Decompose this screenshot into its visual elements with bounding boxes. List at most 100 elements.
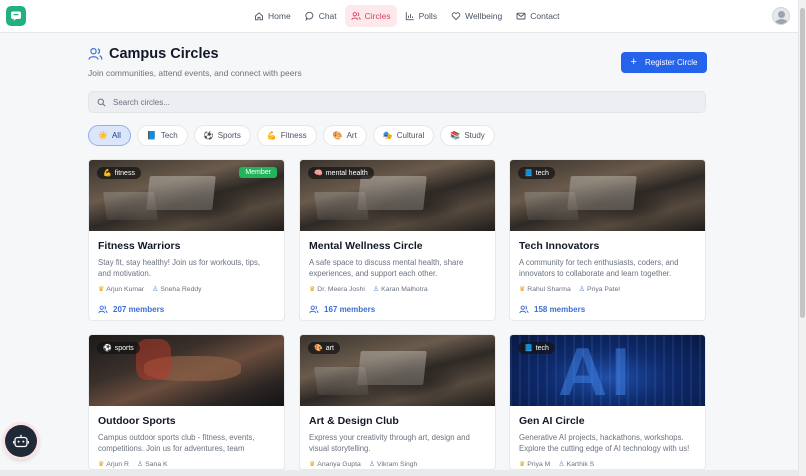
- filter-tech-label: Tech: [160, 131, 178, 140]
- filter-tech[interactable]: 📘 Tech: [136, 125, 188, 146]
- nav-contact[interactable]: Contact: [510, 5, 565, 27]
- leader-name: Rahul Sharma: [527, 285, 571, 293]
- register-circle-label: Register Circle: [644, 58, 698, 67]
- circle-card-gen-ai[interactable]: AI 📘 tech Gen AI Circle Generative AI pro…: [509, 334, 706, 470]
- main-nav: Home Chat Circles Polls Wellbeing Contac…: [248, 5, 566, 27]
- filter-study-label: Study: [464, 131, 485, 140]
- crown-icon: ♛: [519, 286, 526, 293]
- circle-leaders: ♛ Arjun Kumar ♙ Sneha Reddy: [98, 285, 275, 294]
- mail-icon: [516, 12, 526, 20]
- category-filters: ☀️ All 📘 Tech ⚽ Sports 💪 Fitness 🎨 Art 🎭 Cultu…: [88, 125, 495, 146]
- coordinator-name: Karan Malhotra: [381, 285, 428, 293]
- circle-image: ⚽ sports: [89, 335, 284, 406]
- circle-card-fitness-warriors[interactable]: 💪 fitness Member Fitness Warriors Stay fi…: [88, 159, 285, 321]
- badge-icon: ♙: [136, 461, 144, 468]
- filter-fitness-label: Fitness: [280, 131, 307, 140]
- circle-description: Campus outdoor sports club - fitness, ev…: [98, 433, 255, 453]
- circle-leaders: ♛ Priya M ♙ Karthik S: [519, 460, 696, 469]
- coordinator-name: Vikram Singh: [377, 460, 418, 468]
- coordinator-name: Karthik S: [566, 460, 595, 468]
- crown-icon: ♛: [309, 286, 316, 293]
- member-count-label: 158 members: [534, 304, 586, 314]
- crown-icon: ♛: [309, 461, 316, 468]
- category-badge: 🎨 art: [308, 342, 340, 354]
- filter-art[interactable]: 🎨 Art: [322, 125, 367, 146]
- filter-sports[interactable]: ⚽ Sports: [193, 125, 251, 146]
- circle-title[interactable]: Tech Innovators: [519, 240, 696, 252]
- book-icon: 📘: [146, 131, 157, 140]
- page-header: Campus Circles: [88, 46, 219, 62]
- nav-polls[interactable]: Polls: [399, 5, 443, 27]
- leader-name: Arjun R: [106, 460, 129, 468]
- horizontal-scrollbar[interactable]: [0, 470, 798, 476]
- member-count-label: 167 members: [324, 304, 376, 314]
- register-circle-button[interactable]: + Register Circle: [621, 52, 707, 73]
- users-icon: [88, 47, 103, 60]
- crown-icon: ♛: [98, 461, 105, 468]
- leader-name: Dr. Meera Joshi: [317, 285, 365, 293]
- badge-icon: ♙: [372, 286, 380, 293]
- circle-title[interactable]: Fitness Warriors: [98, 240, 275, 252]
- users-icon: [98, 305, 108, 313]
- member-count: 167 members: [309, 300, 486, 318]
- circle-title[interactable]: Mental Wellness Circle: [309, 240, 486, 252]
- leader-name: Priya M: [527, 460, 551, 468]
- robot-icon: [13, 434, 29, 448]
- search-bar: [88, 91, 706, 113]
- member-count: 207 members: [98, 300, 275, 318]
- user-avatar[interactable]: [772, 7, 790, 25]
- circle-title[interactable]: Outdoor Sports: [98, 415, 275, 427]
- ball-icon: ⚽: [103, 345, 112, 352]
- muscle-icon: 💪: [103, 170, 112, 177]
- nav-wellbeing-label: Wellbeing: [465, 11, 503, 21]
- chatbot-button[interactable]: [5, 425, 37, 457]
- chat-icon: [305, 11, 313, 21]
- circle-leaders: ♛ Ananya Gupta ♙ Vikram Singh: [309, 460, 486, 469]
- nav-contact-label: Contact: [530, 11, 560, 21]
- member-badge: Member: [239, 167, 277, 178]
- member-count-label: 207 members: [113, 304, 165, 314]
- category-badge-label: tech: [535, 344, 549, 352]
- nav-circles[interactable]: Circles: [344, 5, 397, 27]
- users-icon: [351, 12, 361, 20]
- category-badge: 🧠 mental health: [308, 167, 374, 179]
- circle-title[interactable]: Gen AI Circle: [519, 415, 696, 427]
- nav-chat[interactable]: Chat: [299, 5, 343, 27]
- filter-cultural-label: Cultural: [396, 131, 425, 140]
- nav-polls-label: Polls: [418, 11, 438, 21]
- circle-description: Stay fit, stay healthy! Join us for work…: [98, 258, 261, 278]
- circle-card-art-design[interactable]: 🎨 art Art & Design Club Express your crea…: [299, 334, 496, 470]
- nav-home[interactable]: Home: [248, 5, 297, 27]
- badge-icon: ♙: [558, 461, 565, 468]
- nav-home-label: Home: [268, 11, 291, 21]
- circle-image: 🧠 mental health: [300, 160, 495, 231]
- search-input[interactable]: [113, 97, 673, 107]
- leader-name: Arjun Kumar: [106, 285, 145, 293]
- app-logo[interactable]: [6, 6, 26, 26]
- circle-card-outdoor-sports[interactable]: ⚽ sports Outdoor Sports Campus outdoor sp…: [88, 334, 285, 470]
- circle-leaders: ♛ Arjun R ♙ Sana K: [98, 460, 275, 469]
- masks-icon: 🎭: [382, 131, 393, 140]
- scrollbar-thumb[interactable]: [800, 8, 805, 318]
- circle-leaders: ♛ Rahul Sharma ♙ Priya Patel: [519, 285, 696, 294]
- nav-wellbeing[interactable]: Wellbeing: [445, 5, 508, 27]
- circle-image: 💪 fitness Member: [89, 160, 284, 231]
- nav-chat-label: Chat: [318, 11, 337, 21]
- circle-title[interactable]: Art & Design Club: [309, 415, 486, 427]
- circle-image: 🎨 art: [300, 335, 495, 406]
- filter-cultural[interactable]: 🎭 Cultural: [372, 125, 435, 146]
- page-title: Campus Circles: [109, 46, 219, 62]
- category-badge: 📘 tech: [518, 342, 555, 354]
- circle-card-tech-innovators[interactable]: 📘 tech Tech Innovators A community for te…: [509, 159, 706, 321]
- chat-bubble-icon: [11, 11, 21, 21]
- home-icon: [255, 12, 263, 21]
- filter-sports-label: Sports: [217, 131, 241, 140]
- books-icon: 📚: [450, 131, 461, 140]
- filter-study[interactable]: 📚 Study: [440, 125, 495, 146]
- leader-name: Ananya Gupta: [317, 460, 361, 468]
- nav-circles-label: Circles: [364, 11, 391, 21]
- filter-fitness[interactable]: 💪 Fitness: [256, 125, 317, 146]
- circle-card-mental-wellness[interactable]: 🧠 mental health Mental Wellness Circle A …: [299, 159, 496, 321]
- search-icon: [97, 98, 106, 106]
- filter-all[interactable]: ☀️ All: [88, 125, 131, 146]
